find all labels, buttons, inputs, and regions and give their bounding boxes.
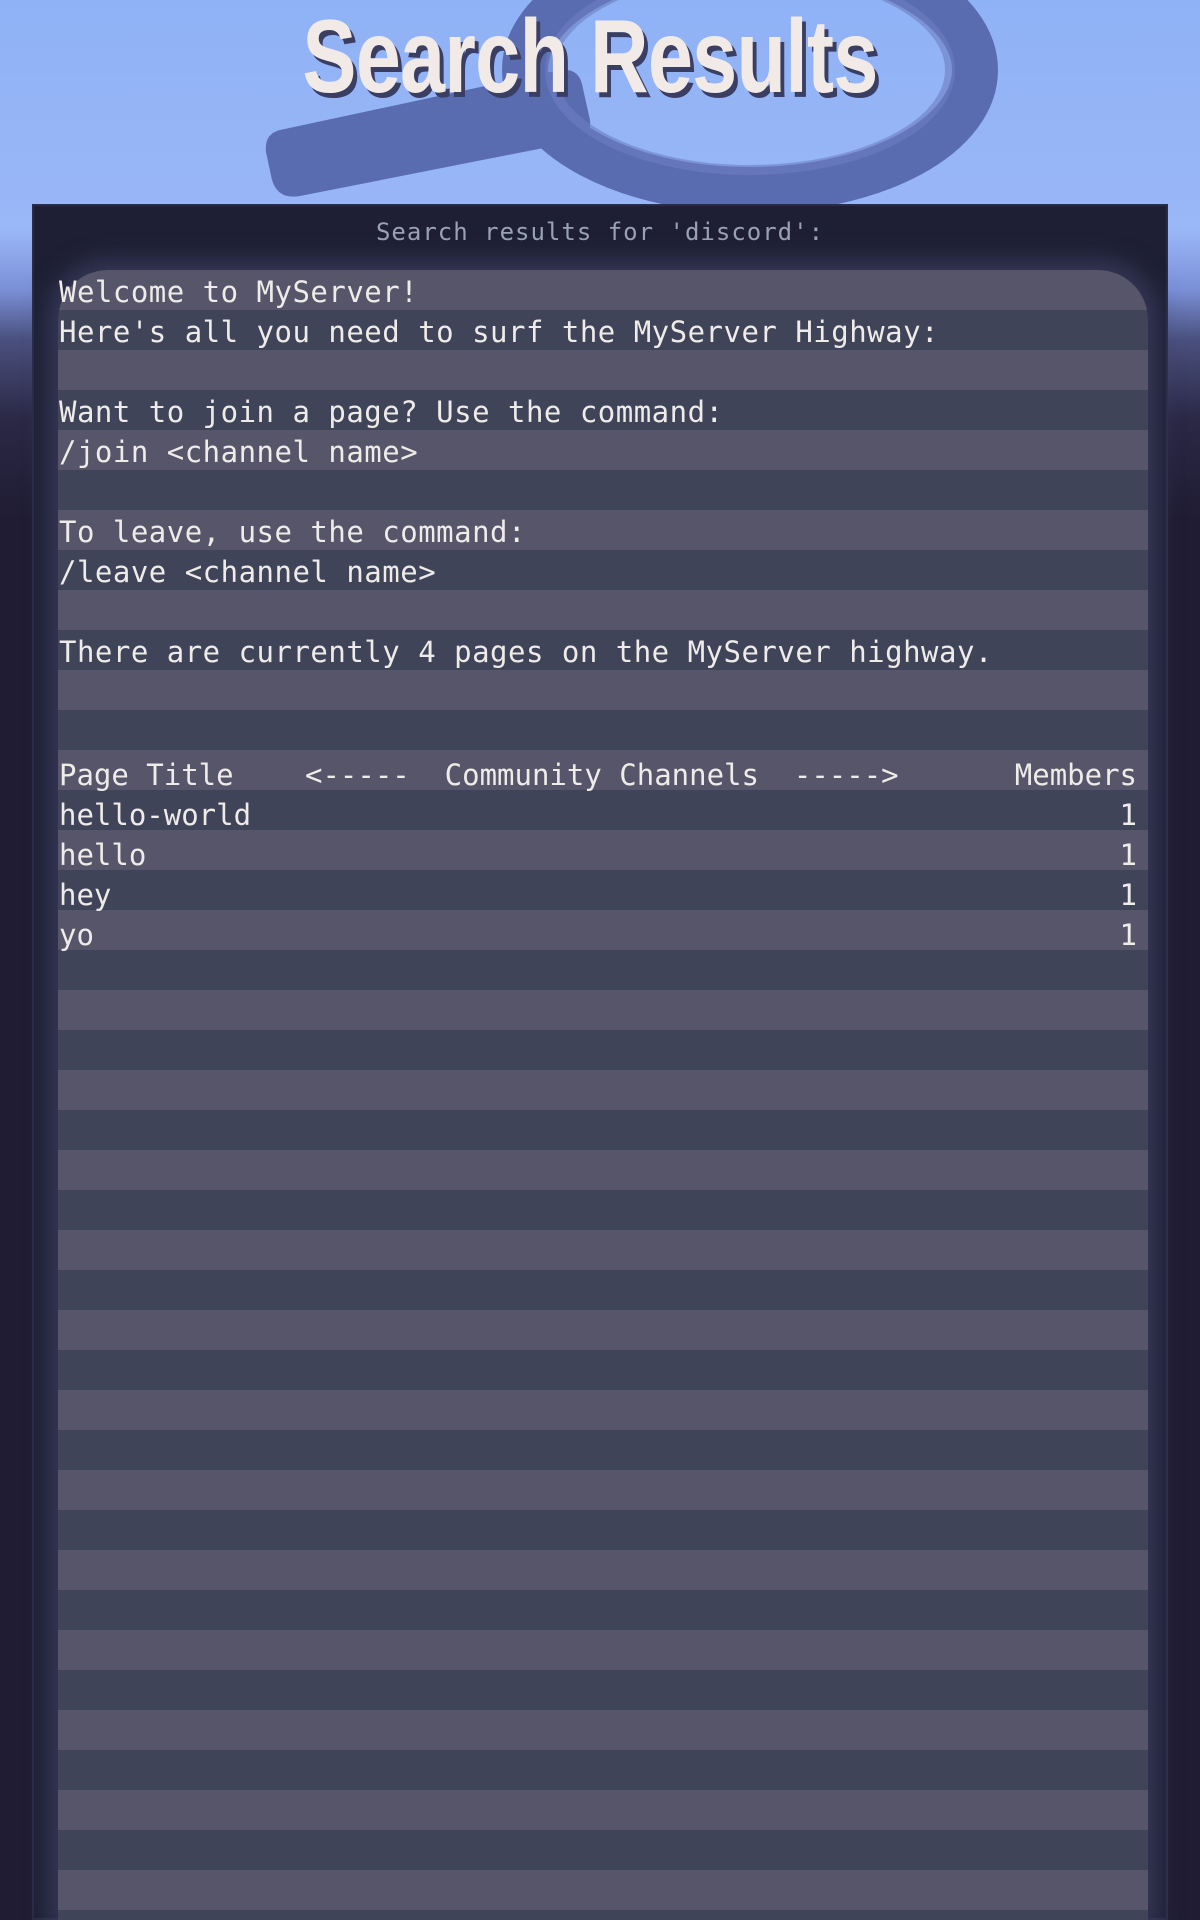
page-count-text: There are currently 4 pages on the MySer… — [59, 635, 993, 669]
table-row[interactable]: hello-world 1 — [59, 795, 1137, 835]
channel-name[interactable]: hey — [59, 875, 111, 915]
join-command: /join <channel name> — [59, 435, 419, 469]
intro-line: Here's all you need to surf the MyServer… — [59, 315, 940, 349]
member-count: 1 — [1119, 838, 1137, 872]
leave-command: /leave <channel name> — [59, 555, 437, 589]
channel-table: Page Title <----- Community Channels ---… — [59, 755, 1137, 955]
intro-line: To leave, use the command: — [59, 515, 526, 549]
header-community-channels: <----- Community Channels -----> — [305, 758, 899, 792]
table-row[interactable]: hey 1 — [59, 875, 1137, 915]
page-title: Search Results — [302, 0, 878, 115]
intro-line: Welcome to MyServer! — [59, 275, 419, 309]
header-members: Members — [1014, 758, 1137, 792]
member-count: 1 — [1119, 918, 1137, 952]
channel-name[interactable]: yo — [59, 915, 94, 955]
table-row[interactable]: hello 1 — [59, 835, 1137, 875]
channel-name[interactable]: hello — [59, 835, 146, 875]
member-count: 1 — [1119, 798, 1137, 832]
intro-text: Welcome to MyServer! Here's all you need… — [59, 272, 1139, 672]
intro-line — [59, 472, 1139, 512]
table-header-row: Page Title <----- Community Channels ---… — [59, 755, 1137, 795]
search-caption: Search results for 'discord': — [375, 218, 825, 246]
channel-name[interactable]: hello-world — [59, 795, 251, 835]
intro-line — [59, 592, 1139, 632]
intro-line: Want to join a page? Use the command: — [59, 395, 724, 429]
header-page-title: Page Title — [59, 758, 234, 792]
intro-line — [59, 352, 1139, 392]
table-row[interactable]: yo 1 — [59, 915, 1137, 955]
page: Search Results Search results for 'disco… — [0, 0, 1200, 1920]
member-count: 1 — [1119, 878, 1137, 912]
header: Search Results — [0, 0, 1200, 213]
